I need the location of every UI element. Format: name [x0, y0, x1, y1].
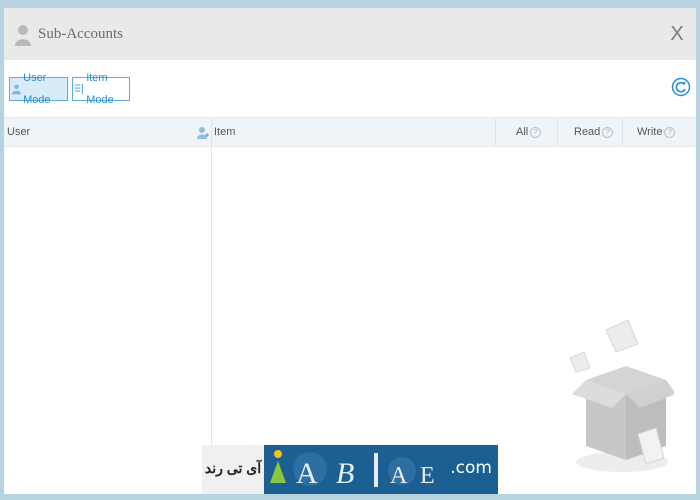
watermark-right: A B A E .com — [264, 445, 498, 494]
watermark-logo: آی تی رند A B A E .com — [202, 445, 498, 494]
table-header: User Item All ? Read ? Write ? — [4, 117, 696, 147]
help-icon[interactable]: ? — [664, 126, 676, 138]
column-header-read-label: Read — [574, 126, 601, 138]
sub-accounts-dialog: Sub-Accounts X User Mode Item Mode User — [4, 8, 696, 494]
add-user-icon[interactable] — [197, 126, 209, 139]
svg-text:A: A — [296, 457, 318, 490]
column-header-user: User — [7, 126, 31, 138]
user-mode-label: User Mode — [23, 72, 51, 106]
column-divider — [622, 118, 623, 146]
user-mode-button[interactable]: User Mode — [9, 72, 68, 106]
column-divider — [211, 118, 212, 146]
svg-text:B: B — [336, 457, 354, 490]
user-icon — [12, 84, 22, 95]
pane-divider — [211, 147, 212, 494]
list-icon — [75, 83, 84, 95]
watermark-letters-icon: A B A E — [270, 450, 435, 490]
watermark-domain: .com — [450, 458, 492, 478]
close-icon[interactable]: X — [668, 24, 686, 44]
svg-text:A: A — [390, 463, 408, 489]
svg-text:E: E — [420, 463, 435, 489]
column-header-all-label: All — [516, 126, 529, 138]
column-header-write: Write ? — [637, 118, 676, 146]
help-icon[interactable]: ? — [602, 126, 614, 138]
item-mode-button[interactable]: Item Mode — [72, 72, 130, 106]
column-header-read: Read ? — [574, 118, 614, 146]
empty-box-icon — [569, 319, 674, 472]
column-header-all: All ? — [516, 118, 542, 146]
title-bar: Sub-Accounts X — [4, 8, 696, 60]
watermark-left: آی تی رند — [202, 445, 264, 494]
column-divider — [557, 118, 558, 146]
item-mode-label: Item Mode — [86, 72, 114, 106]
column-header-item: Item — [214, 126, 236, 138]
column-header-write-label: Write — [637, 126, 663, 138]
help-icon[interactable]: ? — [530, 126, 542, 138]
column-divider — [495, 118, 496, 146]
user-icon — [15, 25, 31, 46]
refresh-icon[interactable] — [671, 77, 691, 97]
dialog-title: Sub-Accounts — [38, 26, 123, 42]
